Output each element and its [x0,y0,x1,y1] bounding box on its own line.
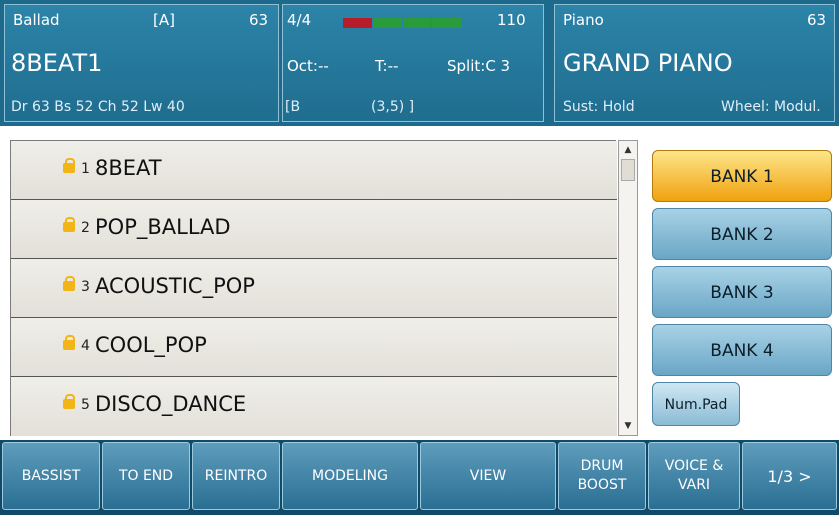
bank-1-button[interactable]: BANK 1 [652,150,832,202]
drum-boost-label-2: BOOST [577,477,627,493]
list-scrollbar[interactable]: ▲ ▼ [618,140,638,436]
bassist-label: BASSIST [21,467,81,484]
page-next-button[interactable]: 1/3 > [742,442,837,510]
voice-panel[interactable]: Piano 63 GRAND PIANO Sust: Hold Wheel: M… [554,4,835,122]
wheel-status: Wheel: Modul. [721,99,821,115]
beat-meter [343,18,461,28]
list-item-number: 1 [81,161,90,177]
voice-vari-label-1: VOICE & [664,458,724,474]
bassist-button[interactable]: BASSIST [2,442,100,510]
bank-3-button[interactable]: BANK 3 [652,266,832,318]
list-item[interactable]: 3 ACOUSTIC_POP [11,259,617,318]
numpad-button[interactable]: Num.Pad [652,382,740,426]
to-end-button[interactable]: TO END [102,442,190,510]
bank-4-button[interactable]: BANK 4 [652,324,832,376]
style-index: 63 [249,11,269,29]
style-list: 1 8BEAT 2 POP_BALLAD 3 ACOUSTIC_POP 4 CO… [10,140,617,436]
to-end-label: TO END [118,467,174,484]
bank-2-button[interactable]: BANK 2 [652,208,832,260]
page-indicator: 1/3 > [767,466,812,486]
list-item[interactable]: 1 8BEAT [11,141,617,200]
style-panel[interactable]: Ballad [A] 63 8BEAT1 Dr 63 Bs 52 Ch 52 L… [4,4,279,122]
voice-name: GRAND PIANO [563,49,733,77]
list-item-name: 8BEAT [95,156,162,180]
lock-icon [63,276,75,291]
time-signature: 4/4 [287,11,312,29]
list-item-name: POP_BALLAD [95,215,231,239]
drum-boost-button[interactable]: DRUM BOOST [558,442,646,510]
function-bar: BASSIST TO END REINTRO MODELING VIEW DRU… [0,440,839,515]
list-item[interactable]: 5 DISCO_DANCE [11,377,617,436]
scroll-thumb[interactable] [621,159,635,181]
beat-seg-4 [432,18,461,28]
measure-position: (3,5) ] [371,99,415,115]
modeling-label: MODELING [312,467,388,484]
lock-icon [63,158,75,173]
list-item-name: DISCO_DANCE [95,392,247,416]
view-label: VIEW [469,467,507,484]
list-item-number: 5 [81,397,90,413]
reintro-label: REINTRO [204,467,268,484]
lock-icon [63,335,75,350]
measure-bracket: [B [285,99,301,115]
list-item-number: 3 [81,279,90,295]
sustain-status: Sust: Hold [563,99,635,115]
lock-icon [63,217,75,232]
transport-panel: 4/4 110 Oct:-- T:-- Split:C 3 [B (3,5) ] [282,4,544,122]
view-button[interactable]: VIEW [420,442,556,510]
lock-icon [63,394,75,409]
style-bank-letter: [A] [153,11,175,29]
status-bar: Ballad [A] 63 8BEAT1 Dr 63 Bs 52 Ch 52 L… [0,0,839,126]
list-item[interactable]: 2 POP_BALLAD [11,200,617,259]
list-item-name: ACOUSTIC_POP [95,274,255,298]
split-value: Split:C 3 [447,57,511,75]
transpose-value: T:-- [375,57,399,75]
voice-vari-label-2: VARI [677,477,711,493]
octave-value: Oct:-- [287,57,329,75]
list-item-name: COOL_POP [95,333,207,357]
voice-vari-button[interactable]: VOICE & VARI [648,442,740,510]
list-item[interactable]: 4 COOL_POP [11,318,617,377]
style-name: 8BEAT1 [11,49,103,77]
reintro-button[interactable]: REINTRO [192,442,280,510]
scroll-up-icon[interactable]: ▲ [621,143,635,157]
list-item-number: 4 [81,338,90,354]
beat-seg-1 [343,18,372,28]
drum-boost-label-1: DRUM [580,458,624,474]
list-item-number: 2 [81,220,90,236]
voice-category: Piano [563,11,604,29]
style-category: Ballad [13,11,60,29]
modeling-button[interactable]: MODELING [282,442,418,510]
tempo-value: 110 [497,11,526,29]
beat-seg-2 [372,18,402,28]
voice-number: 63 [807,11,827,29]
beat-seg-3 [402,18,432,28]
scroll-down-icon[interactable]: ▼ [621,419,635,433]
style-volumes: Dr 63 Bs 52 Ch 52 Lw 40 [11,99,185,115]
